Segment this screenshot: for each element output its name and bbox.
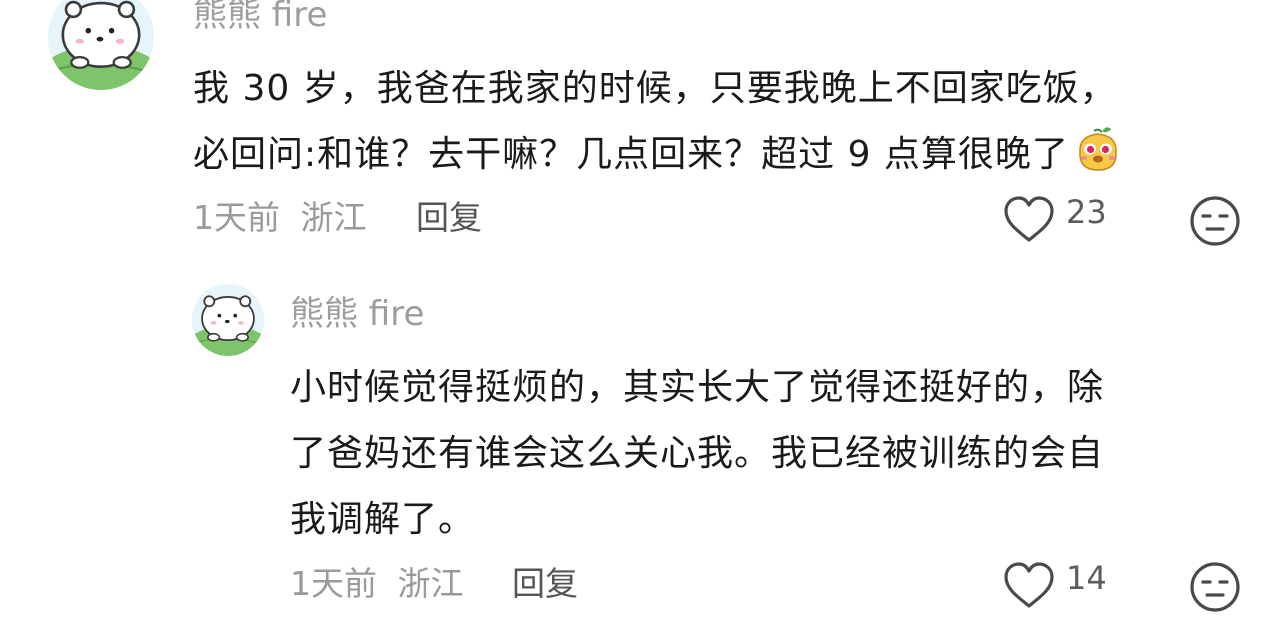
avatar[interactable] — [192, 284, 264, 356]
reply-button[interactable]: 回复 — [512, 567, 578, 600]
dislike-button[interactable] — [1189, 561, 1241, 613]
comment-text-line: 必回问:和谁？去干嘛？几点回来？超过 9 点算很晚了 — [193, 134, 1069, 175]
comment-text: 我 30 岁，我爸在我家的时候，只要我晚上不回家吃饭， 必回问:和谁？去干嘛？几… — [193, 56, 1123, 188]
comment-text-line: 我 30 岁，我爸在我家的时候，只要我晚上不回家吃饭， — [193, 68, 1117, 109]
comment-meta: 1天前 浙江 — [193, 201, 367, 234]
like-count: 14 — [1066, 559, 1107, 597]
reply-text: 小时候觉得挺烦的，其实长大了觉得还挺好的，除 了爸妈还有谁会这么关心我。我已经被… — [290, 355, 1104, 553]
like-button[interactable]: 14 — [1002, 561, 1107, 611]
reply-meta: 1天前 浙江 — [290, 567, 464, 600]
reply-time: 1天前 — [290, 564, 377, 603]
reply-button[interactable]: 回复 — [416, 201, 482, 234]
reply-text-line: 了爸妈还有谁会这么关心我。我已经被训练的会自 — [290, 433, 1105, 474]
comment-time: 1天前 — [193, 198, 280, 237]
polar-bear-avatar-icon — [48, 0, 154, 90]
unimpressed-face-icon — [1190, 196, 1240, 246]
avatar[interactable] — [48, 0, 154, 90]
heart-icon — [1004, 196, 1054, 242]
reply-text-line: 我调解了。 — [290, 499, 476, 540]
like-button[interactable]: 23 — [1002, 195, 1107, 245]
comment-username[interactable]: 熊熊 fire — [193, 0, 327, 32]
like-count: 23 — [1066, 193, 1107, 231]
comment-location: 浙江 — [300, 198, 367, 237]
cute-fruit-emoji-icon — [1073, 124, 1123, 174]
unimpressed-face-icon — [1190, 562, 1240, 612]
reply-text-line: 小时候觉得挺烦的，其实长大了觉得还挺好的，除 — [290, 367, 1105, 408]
comment-text-line-wrap: 必回问:和谁？去干嘛？几点回来？超过 9 点算很晚了 — [193, 122, 1123, 188]
heart-icon — [1004, 562, 1054, 608]
polar-bear-avatar-icon — [192, 284, 264, 356]
reply-username[interactable]: 熊熊 fire — [290, 297, 424, 331]
reply-location: 浙江 — [397, 564, 464, 603]
dislike-button[interactable] — [1189, 195, 1241, 247]
